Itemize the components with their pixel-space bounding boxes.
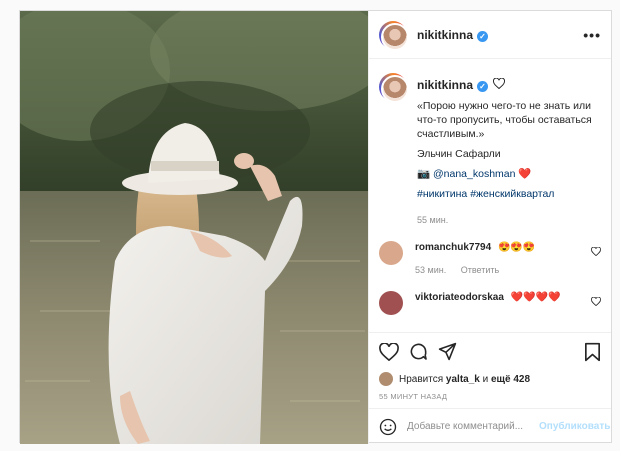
comment-like-icon[interactable] bbox=[591, 296, 601, 309]
likes-middle: и bbox=[482, 373, 489, 385]
heart-emoji: ❤️ bbox=[518, 168, 532, 180]
caption-author: Эльчин Сафарли bbox=[417, 148, 501, 160]
post-photo[interactable] bbox=[20, 11, 368, 444]
post-sidebar: nikitkinna ✓ ••• nikitkinna ✓ «Порою нуж… bbox=[368, 11, 611, 444]
caption-hashtags[interactable]: #никитина #женскийквартал bbox=[417, 187, 601, 201]
verified-badge-icon: ✓ bbox=[477, 30, 489, 42]
caption-body: nikitkinna ✓ «Порою нужно чего-то не знат… bbox=[417, 71, 601, 227]
comment-time: 53 мин. bbox=[415, 265, 447, 275]
caption: nikitkinna ✓ «Порою нужно чего-то не знат… bbox=[379, 71, 601, 227]
comment-avatar[interactable] bbox=[379, 291, 403, 315]
comment-input[interactable] bbox=[407, 421, 539, 432]
caption-username[interactable]: nikitkinna ✓ bbox=[417, 78, 489, 92]
caption-time: 55 мин. bbox=[417, 215, 449, 225]
post-actions bbox=[369, 332, 611, 370]
caption-like-icon[interactable] bbox=[493, 77, 506, 92]
likes-line: Нравится yalta_k и ещё 428 bbox=[369, 370, 611, 388]
caption-quote: «Порою нужно чего-то не знать или что-то… bbox=[417, 100, 592, 140]
share-icon[interactable] bbox=[438, 342, 457, 361]
comment-icon[interactable] bbox=[409, 342, 428, 361]
comment-text: 😍😍😍 bbox=[497, 242, 536, 253]
post-header: nikitkinna ✓ ••• bbox=[369, 11, 611, 59]
comment-username[interactable]: viktoriateodorskaa bbox=[415, 292, 504, 303]
heart-icon[interactable] bbox=[379, 342, 399, 361]
smiley-icon[interactable] bbox=[379, 418, 397, 436]
camera-icon: 📷 bbox=[417, 168, 431, 180]
reply-button[interactable]: Ответить bbox=[461, 265, 499, 275]
comment-text: ❤️❤️❤️❤️ bbox=[510, 292, 561, 303]
comment-avatar[interactable] bbox=[379, 241, 403, 265]
verified-badge-icon: ✓ bbox=[477, 81, 489, 92]
add-comment-bar: Опубликовать bbox=[369, 408, 611, 444]
liker-avatar[interactable] bbox=[379, 372, 393, 386]
comment-item: viktoriateodorskaa ❤️❤️❤️❤️ bbox=[379, 291, 601, 315]
likes-prefix: Нравится bbox=[399, 373, 444, 385]
credit-link[interactable]: @nana_koshman bbox=[433, 168, 515, 180]
caption-author-avatar[interactable] bbox=[379, 73, 409, 103]
publish-button[interactable]: Опубликовать bbox=[539, 421, 610, 432]
comment-like-icon[interactable] bbox=[591, 246, 601, 259]
author-username[interactable]: nikitkinna ✓ bbox=[417, 28, 489, 42]
post-photo-image bbox=[20, 11, 368, 444]
likes-count[interactable]: ещё 428 bbox=[491, 374, 530, 385]
comment-username[interactable]: romanchuk7794 bbox=[415, 242, 491, 253]
post-date: 55 МИНУТ НАЗАД bbox=[379, 392, 448, 401]
liker-username[interactable]: yalta_k bbox=[446, 374, 480, 385]
instagram-post: nikitkinna ✓ ••• nikitkinna ✓ «Порою нуж… bbox=[19, 10, 612, 444]
more-options-icon[interactable]: ••• bbox=[583, 27, 601, 43]
caption-credit: 📷 @nana_koshman ❤️ bbox=[417, 167, 601, 181]
comments-section: nikitkinna ✓ «Порою нужно чего-то не знат… bbox=[369, 59, 611, 332]
comment-item: romanchuk7794 😍😍😍 53 мин. Ответить bbox=[379, 241, 601, 277]
bookmark-icon[interactable] bbox=[584, 342, 601, 362]
author-avatar[interactable] bbox=[379, 20, 409, 51]
